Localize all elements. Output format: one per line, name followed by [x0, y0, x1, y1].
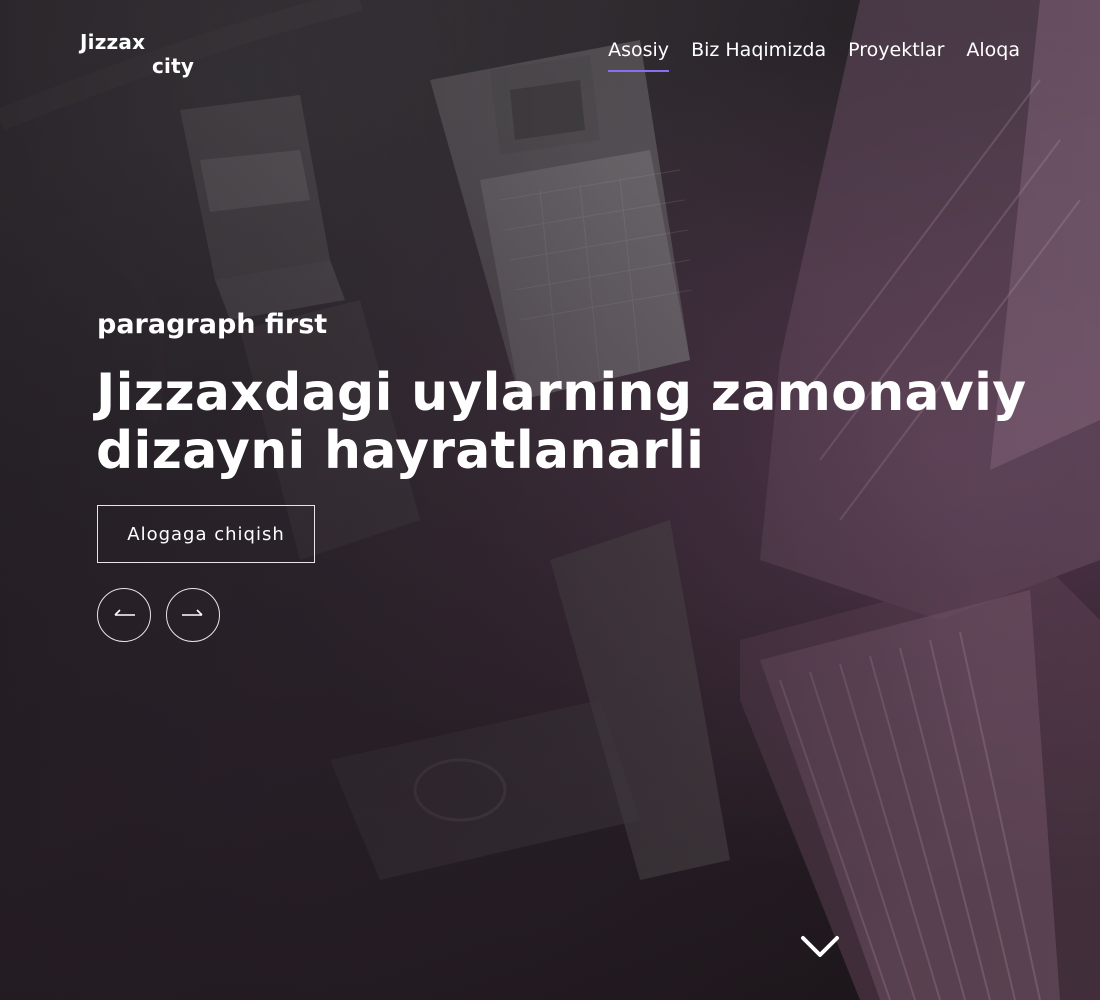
logo-line-1: Jizzax [80, 30, 146, 54]
arrow-left-icon [111, 608, 137, 622]
nav-item-aloqa[interactable]: Aloqa [966, 36, 1020, 72]
scroll-down-button[interactable] [800, 930, 840, 960]
slider-next-button[interactable] [166, 588, 220, 642]
nav-item-biz-haqimizda[interactable]: Biz Haqimizda [691, 36, 826, 72]
main-nav: Asosiy Biz Haqimizda Proyektlar Aloqa [608, 36, 1020, 72]
nav-item-asosiy[interactable]: Asosiy [608, 36, 670, 72]
city-background-image [0, 0, 1100, 1000]
chevron-down-icon [800, 930, 840, 960]
slider-prev-button[interactable] [97, 588, 151, 642]
hero-headline-line-2: dizayni hayratlanarli [96, 421, 705, 481]
site-logo[interactable]: Jizzax city [80, 30, 194, 78]
nav-item-proyektlar[interactable]: Proyektlar [848, 36, 944, 72]
hero-section: Jizzax city Asosiy Biz Haqimizda Proyekt… [0, 0, 1100, 1000]
hero-headline-line-1: Jizzaxdagi uylarning zamonaviy [96, 363, 1027, 423]
arrow-right-icon [180, 608, 206, 622]
hero-subtitle: paragraph first [97, 309, 328, 340]
contact-button[interactable]: Alogaga chiqish [97, 505, 315, 563]
background-overlay [0, 0, 1100, 1000]
logo-line-2: city [152, 54, 195, 78]
hero-headline: Jizzaxdagi uylarning zamonaviy dizayni h… [96, 364, 1056, 480]
